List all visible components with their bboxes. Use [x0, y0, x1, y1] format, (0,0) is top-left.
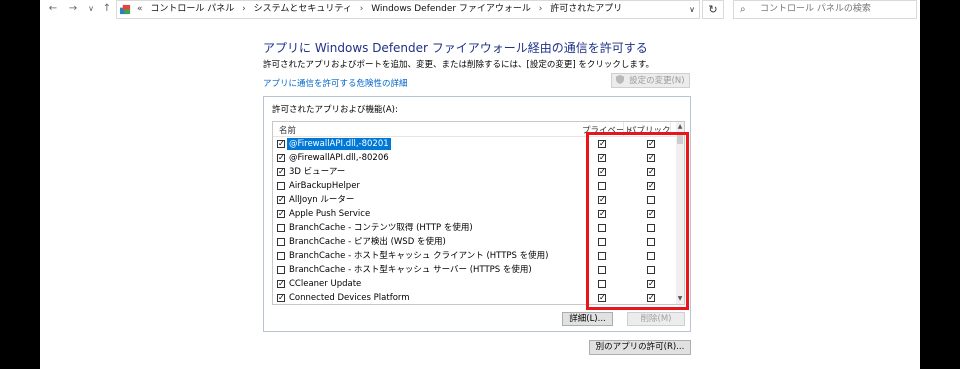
breadcrumb-separator[interactable]: ›: [242, 4, 246, 14]
app-name: AirBackupHelper: [289, 181, 360, 191]
app-name: 3D ビューアー: [289, 167, 346, 177]
instructions-text: 許可されたアプリおよびポートを追加、変更、または削除するには、[設定の変更] を…: [263, 60, 654, 70]
search-placeholder: コントロール パネルの検索: [760, 4, 871, 14]
risk-info-link[interactable]: アプリに通信を許可する危険性の詳細: [263, 77, 408, 89]
enabled-checkbox[interactable]: [277, 224, 285, 232]
back-button[interactable]: ←: [46, 2, 60, 16]
refresh-button[interactable]: ↻: [702, 0, 724, 19]
app-name: Apple Push Service: [289, 209, 371, 219]
app-name: BranchCache - ピア検出 (WSD を使用): [289, 237, 446, 247]
app-name: AllJoyn ルーター: [289, 195, 355, 205]
app-name: BranchCache - ホスト型キャッシュ サーバー (HTTPS を使用): [289, 265, 532, 275]
enabled-checkbox[interactable]: [277, 182, 285, 190]
breadcrumb-control-panel[interactable]: コントロール パネル: [150, 4, 234, 14]
enabled-checkbox[interactable]: ✓: [277, 168, 285, 176]
enabled-checkbox[interactable]: [277, 252, 285, 260]
up-button[interactable]: ↑: [100, 2, 114, 16]
breadcrumb-overflow[interactable]: «: [137, 4, 143, 14]
app-name: @FirewallAPI.dll,-80201: [287, 138, 391, 150]
remove-button[interactable]: 削除(M): [627, 312, 685, 326]
page-title: アプリに Windows Defender ファイアウォール経由の通信を許可する: [263, 41, 648, 55]
enabled-checkbox[interactable]: ✓: [277, 280, 285, 288]
control-panel-window: ← → ∨ ↑ « コントロール パネル › システムとセキュリティ › Win…: [40, 0, 920, 369]
search-icon: ⌕: [740, 4, 746, 15]
address-dropdown-button[interactable]: ∨: [689, 1, 695, 18]
enabled-checkbox[interactable]: ✓: [277, 294, 285, 302]
enabled-checkbox[interactable]: ✓: [277, 196, 285, 204]
enabled-checkbox[interactable]: ✓: [277, 154, 285, 162]
app-name: Connected Devices Platform: [289, 293, 410, 303]
change-settings-button[interactable]: 設定の変更(N): [611, 73, 690, 88]
address-toolbar: ← → ∨ ↑ « コントロール パネル › システムとセキュリティ › Win…: [40, 0, 920, 19]
group-title: 許可されたアプリおよび機能(A):: [272, 105, 398, 115]
shield-icon: [616, 75, 627, 86]
app-name: BranchCache - コンテンツ取得 (HTTP を使用): [289, 223, 473, 233]
breadcrumb-firewall[interactable]: Windows Defender ファイアウォール: [371, 4, 531, 14]
details-button[interactable]: 詳細(L)...: [562, 312, 613, 326]
recent-locations-button[interactable]: ∨: [84, 2, 98, 16]
breadcrumb-separator[interactable]: ›: [539, 4, 543, 14]
breadcrumb-system-security[interactable]: システムとセキュリティ: [254, 4, 352, 14]
column-header-name[interactable]: 名前: [279, 124, 296, 136]
app-name: CCleaner Update: [289, 279, 362, 289]
enabled-checkbox[interactable]: ✓: [277, 140, 285, 148]
app-name: BranchCache - ホスト型キャッシュ クライアント (HTTPS を使…: [289, 251, 549, 261]
address-bar[interactable]: « コントロール パネル › システムとセキュリティ › Windows Def…: [116, 0, 700, 19]
forward-button[interactable]: →: [66, 2, 80, 16]
control-panel-icon: [120, 4, 131, 15]
scroll-up-arrow[interactable]: ▲: [676, 122, 684, 132]
change-settings-label: 設定の変更(N): [629, 76, 685, 86]
enabled-checkbox[interactable]: [277, 266, 285, 274]
allow-another-app-button[interactable]: 別のアプリの許可(R)...: [589, 340, 691, 355]
breadcrumb: « コントロール パネル › システムとセキュリティ › Windows Def…: [137, 1, 622, 18]
search-box[interactable]: ⌕ コントロール パネルの検索: [733, 0, 917, 19]
breadcrumb-allowed-apps[interactable]: 許可されたアプリ: [550, 4, 622, 14]
breadcrumb-separator[interactable]: ›: [360, 4, 364, 14]
app-name: @FirewallAPI.dll,-80206: [289, 153, 389, 163]
enabled-checkbox[interactable]: [277, 238, 285, 246]
enabled-checkbox[interactable]: ✓: [277, 210, 285, 218]
highlight-box: [586, 132, 689, 310]
